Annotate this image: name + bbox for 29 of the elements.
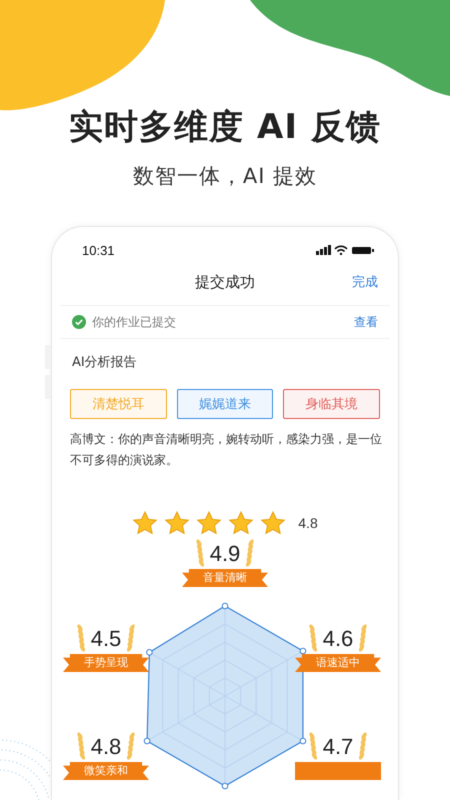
check-icon xyxy=(72,315,86,329)
rating-score: 4.8 xyxy=(298,515,318,531)
headline: 实时多维度 AI 反馈 xyxy=(69,106,381,149)
done-link[interactable]: 完成 xyxy=(352,273,378,291)
metric-score: 4.6 xyxy=(322,626,354,652)
status-time: 10:31 xyxy=(82,242,115,258)
star-icon xyxy=(132,511,158,535)
metric-score: 4.9 xyxy=(210,541,240,567)
metric-score: 4.7 xyxy=(322,734,354,760)
star-icon xyxy=(196,511,222,535)
subtitle: 数智一体，AI 提效 xyxy=(132,163,318,190)
tag: 娓娓道来 xyxy=(176,389,274,419)
metric-ribbon: 语速适中 xyxy=(295,654,381,672)
star-icon xyxy=(228,511,254,535)
star-icon xyxy=(164,511,190,535)
section-title: AI分析报告 xyxy=(71,354,138,371)
notice-text: 你的作业已提交 xyxy=(92,314,177,330)
metric-ribbon: 手势呈现 xyxy=(63,654,149,672)
star-icon xyxy=(260,511,286,535)
page-title: 提交成功 xyxy=(195,272,255,292)
tag: 清楚悦耳 xyxy=(70,389,167,419)
status-icons-drawing xyxy=(316,245,374,255)
view-link[interactable]: 查看 xyxy=(354,314,378,330)
metric-ribbon: 音量清晰 xyxy=(182,569,268,587)
metric-ribbon: 微笑亲和 xyxy=(63,762,149,780)
tag: 身临其境 xyxy=(283,389,380,419)
comment-text: 高博文：你的声音清晰明亮，婉转动听，感染力强，是一位不可多得的演说家。 xyxy=(70,431,383,469)
metric-score: 4.8 xyxy=(90,734,122,760)
metric-score: 4.5 xyxy=(90,626,122,652)
